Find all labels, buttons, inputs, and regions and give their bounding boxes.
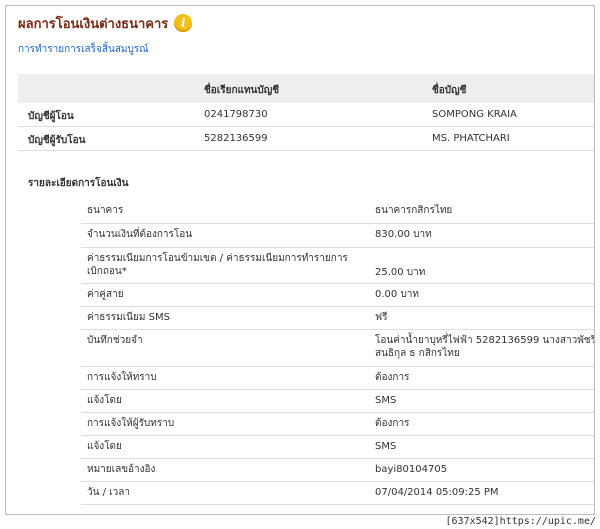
detail-row: แจ้งโดย SMS — [81, 436, 594, 459]
detail-row: การแจ้งให้ทราบ ต้องการ — [81, 367, 594, 390]
accounts-table: ชื่อเรียกแทนบัญชี ชื่อบัญชี บัญชีผู้โอน … — [18, 74, 594, 151]
col-header-account-name: ชื่อบัญชี — [432, 85, 467, 96]
detail-value: 0.00 บาท — [375, 289, 419, 300]
detail-label: วัน / เวลา — [87, 487, 130, 498]
detail-label: ค่าธรรมเนียม SMS — [87, 312, 170, 323]
detail-value: ต้องการ — [375, 372, 410, 383]
detail-value: bayi80104705 — [375, 464, 448, 475]
detail-value: โอนค่าน้ำยาบุหรี่ไฟฟ้า 5282136599 นางสาว… — [375, 335, 595, 359]
account-number: 5282136599 — [204, 133, 268, 144]
transfer-result-panel: ผลการโอนเงินต่างธนาคาร i การทำรายการเสร็… — [5, 5, 595, 515]
detail-row: ค่าธรรมเนียมการโอนข้ามเขต / ค่าธรรมเนียม… — [81, 248, 594, 284]
detail-value: 830.00 บาท — [375, 229, 432, 240]
detail-value: 25.00 บาท — [375, 267, 426, 278]
detail-label: ค่าธรรมเนียมการโอนข้ามเขต / ค่าธรรมเนียม… — [87, 253, 348, 277]
detail-value: ธนาคารกสิกรไทย — [375, 205, 453, 216]
detail-label: จำนวนเงินที่ต้องการโอน — [87, 229, 193, 240]
table-row-recipient: บัญชีผู้รับโอน 5282136599 MS. PHATCHARI — [18, 127, 594, 151]
account-name: MS. PHATCHARI — [432, 133, 510, 144]
detail-label: แจ้งโดย — [87, 441, 122, 452]
detail-label: ธนาคาร — [87, 205, 124, 216]
detail-value: ฟรี — [375, 312, 388, 323]
table-row-sender: บัญชีผู้โอน 0241798730 SOMPONG KRAIA — [18, 103, 594, 127]
detail-label: ค่าคู่สาย — [87, 289, 124, 300]
detail-row: วัน / เวลา 07/04/2014 05:09:25 PM — [81, 482, 594, 505]
detail-row: หมายเลขอ้างอิง bayi80104705 — [81, 459, 594, 482]
watermark: [637x542]https://upic.me/ — [445, 516, 596, 527]
status-link[interactable]: การทำรายการเสร็จสิ้นสมบูรณ์ — [18, 42, 149, 57]
detail-value: SMS — [375, 395, 397, 406]
detail-row: จำนวนเงินที่ต้องการโอน 830.00 บาท — [81, 224, 594, 248]
detail-label: แจ้งโดย — [87, 395, 122, 406]
detail-row: ค่าธรรมเนียม SMS ฟรี — [81, 307, 594, 330]
detail-row: ค่าคู่สาย 0.00 บาท — [81, 284, 594, 307]
col-header-account-alias: ชื่อเรียกแทนบัญชี — [204, 85, 280, 96]
detail-value: 07/04/2014 05:09:25 PM — [375, 487, 499, 498]
detail-value: ต้องการ — [375, 418, 410, 429]
detail-value: SMS — [375, 441, 397, 452]
account-number: 0241798730 — [204, 109, 268, 120]
page-title: ผลการโอนเงินต่างธนาคาร — [18, 16, 169, 32]
detail-row: บันทึกช่วยจำ โอนค่าน้ำยาบุหรี่ไฟฟ้า 5282… — [81, 330, 595, 367]
row-label: บัญชีผู้โอน — [28, 111, 74, 122]
account-name: SOMPONG KRAIA — [432, 109, 517, 120]
info-icon[interactable]: i — [174, 14, 193, 32]
details-table: ธนาคาร ธนาคารกสิกรไทย จำนวนเงินที่ต้องกา… — [81, 200, 595, 505]
details-section-title: รายละเอียดการโอนเงิน — [28, 178, 129, 189]
detail-row: แจ้งโดย SMS — [81, 390, 594, 413]
row-label: บัญชีผู้รับโอน — [28, 135, 86, 146]
detail-label: บันทึกช่วยจำ — [87, 335, 143, 346]
page-header: ผลการโอนเงินต่างธนาคาร i — [18, 12, 193, 34]
detail-label: การแจ้งให้ทราบ — [87, 372, 157, 383]
accounts-table-header: ชื่อเรียกแทนบัญชี ชื่อบัญชี — [18, 74, 594, 103]
detail-row: ธนาคาร ธนาคารกสิกรไทย — [81, 200, 594, 224]
detail-label: หมายเลขอ้างอิง — [87, 464, 156, 475]
detail-row: การแจ้งให้ผู้รับทราบ ต้องการ — [81, 413, 594, 436]
detail-label: การแจ้งให้ผู้รับทราบ — [87, 418, 175, 429]
